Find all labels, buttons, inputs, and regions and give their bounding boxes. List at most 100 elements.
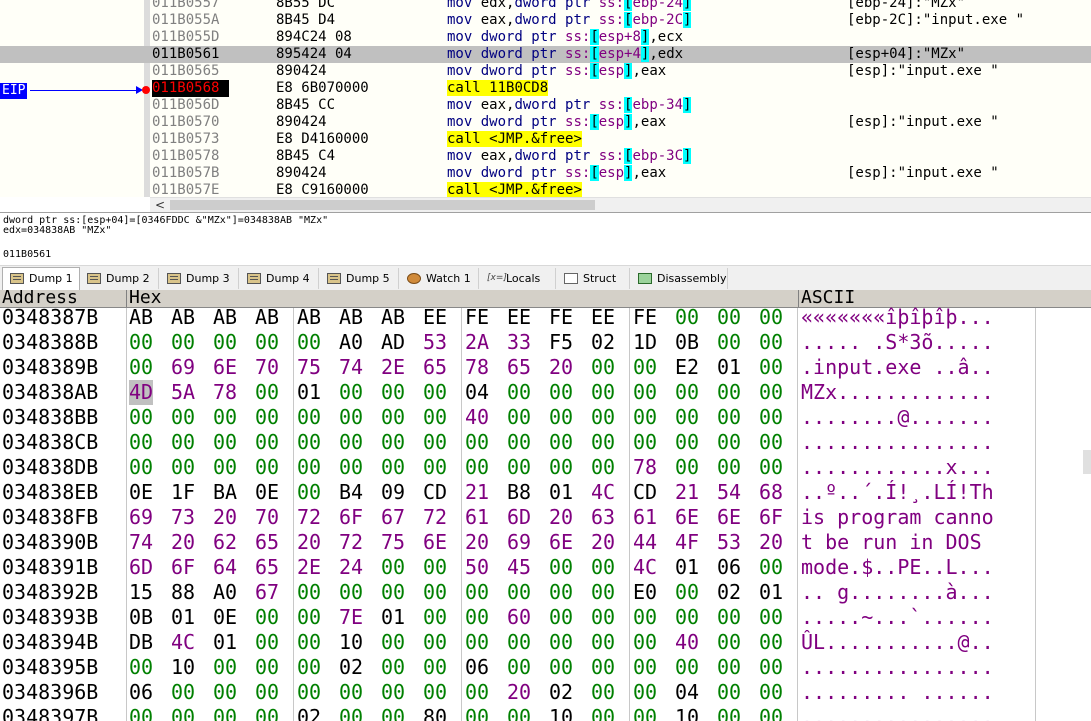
hex-byte[interactable]: 00	[255, 455, 279, 480]
hex-byte[interactable]: 00	[591, 580, 615, 605]
hex-byte[interactable]: 24	[339, 555, 363, 580]
hex-byte[interactable]: 00	[717, 705, 741, 721]
hex-byte[interactable]: 73	[171, 505, 195, 530]
dump-row[interactable]: 034838BB 00 00 00 00 00 00 00 00 40 00 00 00 00 00 00 00…	[0, 405, 1091, 430]
hex-byte[interactable]: 00	[339, 705, 363, 721]
hex-byte[interactable]: 20	[759, 530, 783, 555]
hex-byte[interactable]: 00	[423, 455, 447, 480]
tab-dump-4[interactable]: Dump 4	[240, 268, 319, 289]
hex-byte[interactable]: 20	[591, 530, 615, 555]
hex-byte[interactable]: 00	[297, 480, 321, 505]
hex-byte[interactable]: CD	[423, 480, 447, 505]
hex-byte[interactable]: DB	[129, 630, 153, 655]
dump-address[interactable]: 0348388B	[2, 330, 98, 355]
hex-byte[interactable]: 00	[507, 405, 531, 430]
hex-byte[interactable]: 15	[129, 580, 153, 605]
dump-ascii[interactable]: MZx.............	[801, 380, 994, 405]
dump-row[interactable]: 034838EB 0E 1F BA 0E 00 B4 09 CD 21 B8 01 4C CD 21 54 68…	[0, 480, 1091, 505]
dump-address[interactable]: 0348396B	[2, 680, 98, 705]
dump-address[interactable]: 0348394B	[2, 630, 98, 655]
hex-byte[interactable]: 69	[507, 530, 531, 555]
hex-byte[interactable]: 00	[675, 580, 699, 605]
hex-byte[interactable]: 00	[297, 430, 321, 455]
dump-address[interactable]: 0348393B	[2, 605, 98, 630]
dump-row[interactable]: 0348394B DB 4C 01 00 00 10 00 00 00 00 00 00 00 40 00 00…	[0, 630, 1091, 655]
hex-byte[interactable]: 00	[507, 655, 531, 680]
hex-byte[interactable]: 00	[255, 380, 279, 405]
hex-byte[interactable]: 6E	[213, 355, 237, 380]
hex-byte[interactable]: 00	[381, 455, 405, 480]
hex-byte[interactable]: 4D	[129, 380, 154, 405]
hex-byte[interactable]: 00	[717, 680, 741, 705]
hex-byte[interactable]: 00	[549, 455, 573, 480]
hex-byte[interactable]: 00	[591, 555, 615, 580]
hex-byte[interactable]: AB	[381, 305, 405, 330]
hex-byte[interactable]: 65	[423, 355, 447, 380]
dump-row[interactable]: 0348390B 74 20 62 65 20 72 75 6E 20 69 6E 20 44 4F 53 20…	[0, 530, 1091, 555]
hex-byte[interactable]: 00	[549, 655, 573, 680]
hex-byte[interactable]: 00	[633, 605, 657, 630]
hex-byte[interactable]: 00	[465, 605, 489, 630]
hex-byte[interactable]: 6D	[129, 555, 153, 580]
hex-byte[interactable]: 09	[381, 480, 405, 505]
hex-byte[interactable]: 00	[759, 655, 783, 680]
hex-byte[interactable]: 00	[591, 680, 615, 705]
dump-address[interactable]: 0348392B	[2, 580, 98, 605]
hex-byte[interactable]: 00	[591, 355, 615, 380]
hex-byte[interactable]: 00	[759, 605, 783, 630]
hex-byte[interactable]: 62	[213, 530, 237, 555]
hex-byte[interactable]: 53	[717, 530, 741, 555]
hex-byte[interactable]: 78	[633, 455, 657, 480]
hex-byte[interactable]: 00	[297, 405, 321, 430]
hex-byte[interactable]: 00	[759, 455, 783, 480]
hex-byte[interactable]: 00	[465, 580, 489, 605]
hex-byte[interactable]: 00	[759, 430, 783, 455]
hex-byte[interactable]: 10	[549, 705, 573, 721]
hex-byte[interactable]: 20	[549, 505, 573, 530]
dump-ascii[interactable]: .....~...`......	[801, 605, 994, 630]
hex-byte[interactable]: 65	[255, 555, 279, 580]
hex-byte[interactable]: 00	[717, 455, 741, 480]
hex-byte[interactable]: 2E	[297, 555, 321, 580]
hex-byte[interactable]: 00	[759, 330, 783, 355]
hex-byte[interactable]: 01	[675, 555, 699, 580]
hex-byte[interactable]: 00	[507, 455, 531, 480]
hex-byte[interactable]: 61	[465, 505, 489, 530]
hex-byte[interactable]: AB	[213, 305, 237, 330]
hex-byte[interactable]: 00	[549, 555, 573, 580]
hex-byte[interactable]: 69	[129, 505, 153, 530]
scroll-left-arrow-icon[interactable]: <	[155, 198, 165, 212]
hex-byte[interactable]: 1F	[171, 480, 195, 505]
hex-byte[interactable]: EE	[507, 305, 531, 330]
hex-byte[interactable]: 00	[633, 430, 657, 455]
hex-byte[interactable]: 00	[129, 355, 153, 380]
hex-byte[interactable]: 01	[171, 605, 195, 630]
dump-ascii[interactable]: ......... ......	[801, 680, 994, 705]
hex-byte[interactable]: 01	[759, 580, 783, 605]
hex-byte[interactable]: 00	[507, 430, 531, 455]
hex-byte[interactable]: 20	[465, 530, 489, 555]
hex-byte[interactable]: 00	[717, 380, 741, 405]
hex-byte[interactable]: 00	[171, 430, 195, 455]
hex-byte[interactable]: E0	[633, 580, 657, 605]
hex-byte[interactable]: 00	[339, 405, 363, 430]
hex-byte[interactable]: 06	[129, 680, 153, 705]
hex-byte[interactable]: 00	[423, 655, 447, 680]
hex-byte[interactable]: 00	[129, 405, 153, 430]
hex-byte[interactable]: BA	[213, 480, 237, 505]
hex-byte[interactable]: 65	[507, 355, 531, 380]
hex-byte[interactable]: B8	[507, 480, 531, 505]
disasm-row[interactable]: 011B0568 E8 6B070000 call 11B0CD8	[0, 80, 1091, 97]
hex-byte[interactable]: 00	[591, 605, 615, 630]
hex-byte[interactable]: 53	[423, 330, 447, 355]
disasm-row[interactable]: 011B0573 E8 D4160000 call <JMP.&free>	[0, 131, 1091, 148]
dump-row[interactable]: 0348391B 6D 6F 64 65 2E 24 00 00 50 45 00 00 4C 01 06 00…	[0, 555, 1091, 580]
hex-byte[interactable]: 20	[507, 680, 531, 705]
hex-byte[interactable]: 00	[129, 330, 153, 355]
hex-byte[interactable]: 00	[759, 680, 783, 705]
hex-byte[interactable]: 4C	[591, 480, 615, 505]
hex-byte[interactable]: 01	[381, 605, 405, 630]
hex-byte[interactable]: 70	[255, 355, 279, 380]
dump-ascii[interactable]: .input.exe ..â..	[801, 355, 994, 380]
hex-byte[interactable]: 00	[591, 705, 615, 721]
